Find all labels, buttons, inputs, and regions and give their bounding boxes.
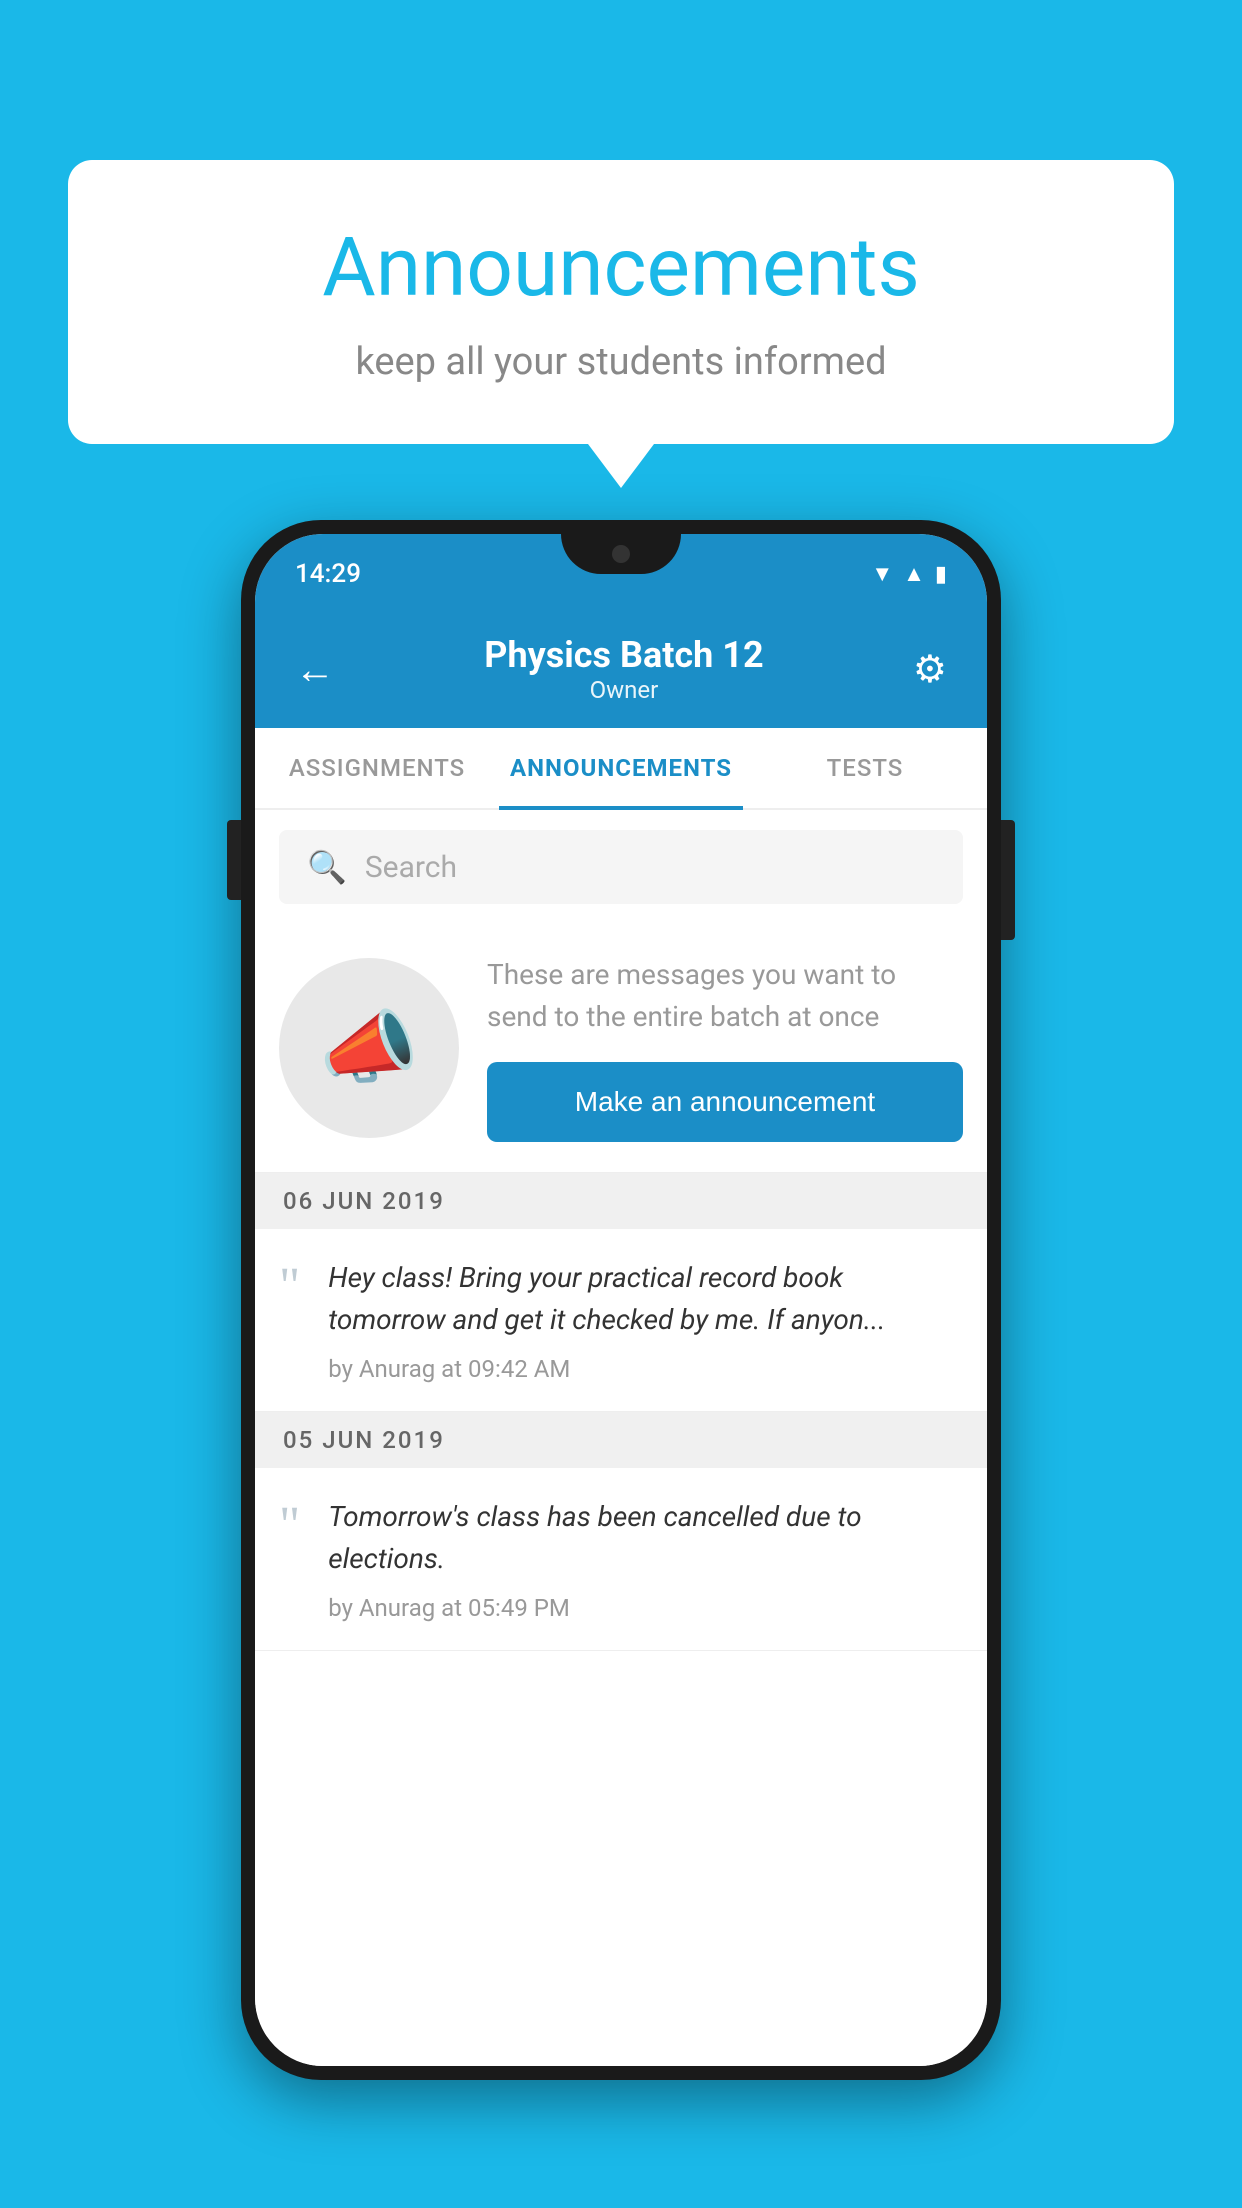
status-time: 14:29 (295, 559, 361, 589)
quote-icon-1: " (279, 1261, 300, 1313)
quote-icon-2: " (279, 1500, 300, 1552)
empty-state-right: These are messages you want to send to t… (487, 954, 963, 1142)
date-label-2: 05 JUN 2019 (283, 1426, 445, 1454)
settings-icon[interactable]: ⚙ (913, 647, 947, 692)
announcement-text-2: Tomorrow's class has been cancelled due … (328, 1496, 963, 1580)
announcement-text-1: Hey class! Bring your practical record b… (328, 1257, 963, 1341)
search-bar[interactable]: 🔍 Search (279, 830, 963, 904)
status-icons: ▼ ▲ ▮ (871, 561, 947, 587)
empty-state-description: These are messages you want to send to t… (487, 954, 963, 1038)
announcement-meta-2: by Anurag at 05:49 PM (328, 1594, 963, 1622)
date-label-1: 06 JUN 2019 (283, 1187, 445, 1215)
phone-frame: 14:29 ▼ ▲ ▮ ← Physics Batch 12 Owner ⚙ (241, 520, 1001, 2080)
search-icon: 🔍 (307, 848, 347, 886)
search-bar-wrap: 🔍 Search (255, 810, 987, 924)
announcement-content-2: Tomorrow's class has been cancelled due … (328, 1496, 963, 1622)
announcement-item-2[interactable]: " Tomorrow's class has been cancelled du… (255, 1468, 987, 1651)
battery-icon: ▮ (935, 562, 947, 587)
bubble-title: Announcements (128, 220, 1114, 316)
batch-title: Physics Batch 12 (335, 634, 913, 676)
status-bar: 14:29 ▼ ▲ ▮ (255, 534, 987, 614)
back-button[interactable]: ← (295, 646, 335, 693)
announcement-content-1: Hey class! Bring your practical record b… (328, 1257, 963, 1383)
camera (612, 545, 630, 563)
owner-label: Owner (335, 676, 913, 704)
speech-bubble-section: Announcements keep all your students inf… (68, 160, 1174, 444)
empty-state: 📣 These are messages you want to send to… (255, 924, 987, 1173)
tab-tests[interactable]: TESTS (743, 728, 987, 808)
date-separator-1: 06 JUN 2019 (255, 1173, 987, 1229)
megaphone-icon: 📣 (319, 1001, 419, 1095)
header-center: Physics Batch 12 Owner (335, 634, 913, 704)
tab-announcements[interactable]: ANNOUNCEMENTS (499, 728, 743, 808)
megaphone-circle: 📣 (279, 958, 459, 1138)
announcement-meta-1: by Anurag at 09:42 AM (328, 1355, 963, 1383)
wifi-icon: ▼ (871, 561, 893, 587)
tab-assignments[interactable]: ASSIGNMENTS (255, 728, 499, 808)
make-announcement-button[interactable]: Make an announcement (487, 1062, 963, 1142)
signal-icon: ▲ (903, 561, 925, 587)
phone-wrapper: 14:29 ▼ ▲ ▮ ← Physics Batch 12 Owner ⚙ (241, 520, 1001, 2080)
tabs-bar: ASSIGNMENTS ANNOUNCEMENTS TESTS (255, 728, 987, 810)
bubble-subtitle: keep all your students informed (128, 340, 1114, 384)
speech-bubble: Announcements keep all your students inf… (68, 160, 1174, 444)
app-header: ← Physics Batch 12 Owner ⚙ (255, 614, 987, 728)
date-separator-2: 05 JUN 2019 (255, 1412, 987, 1468)
search-placeholder: Search (365, 850, 457, 885)
announcement-item-1[interactable]: " Hey class! Bring your practical record… (255, 1229, 987, 1412)
main-content: 🔍 Search 📣 These are messages you want t… (255, 810, 987, 2066)
notch (561, 534, 681, 574)
phone-screen: 14:29 ▼ ▲ ▮ ← Physics Batch 12 Owner ⚙ (255, 534, 987, 2066)
